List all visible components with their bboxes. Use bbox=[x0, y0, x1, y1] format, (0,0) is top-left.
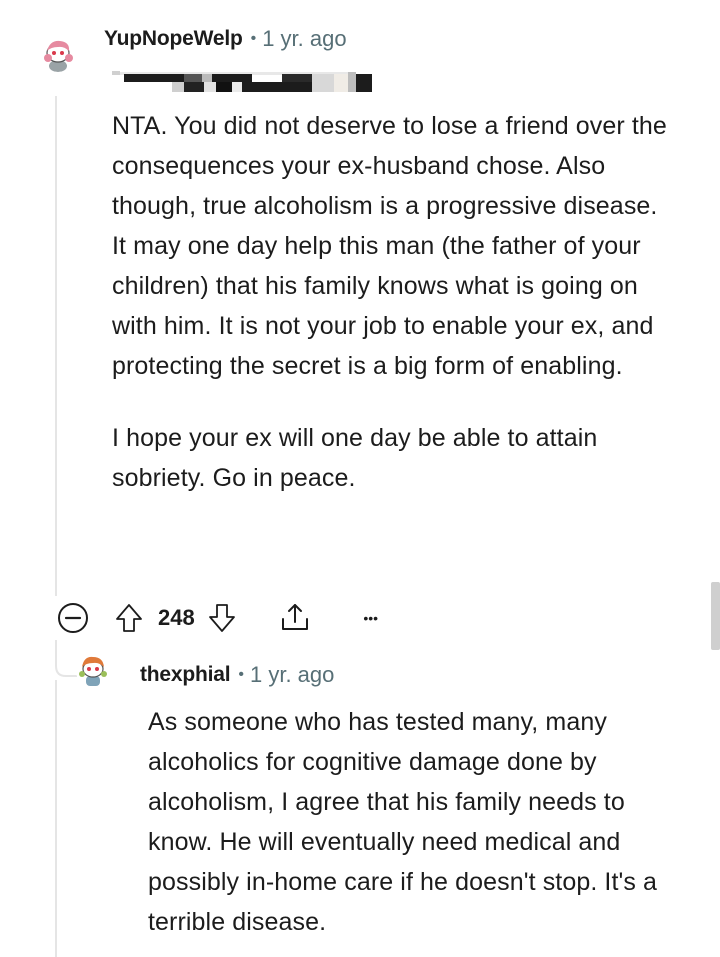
redacted-flair-icon bbox=[104, 68, 374, 92]
meta-separator: • bbox=[250, 30, 257, 47]
share-icon bbox=[281, 604, 308, 630]
comment-body: As someone who has tested many, many alc… bbox=[148, 702, 688, 942]
comment-paragraph: NTA. You did not deserve to lose a frien… bbox=[112, 112, 667, 380]
username[interactable]: thexphial bbox=[140, 663, 231, 687]
thread-line[interactable] bbox=[55, 680, 57, 957]
user-avatar[interactable] bbox=[40, 36, 76, 72]
collapse-button[interactable] bbox=[56, 601, 90, 635]
user-flair-obscured bbox=[104, 68, 374, 92]
vote-count: 248 bbox=[158, 605, 195, 630]
more-options-icon: ••• bbox=[363, 610, 379, 626]
thread-line[interactable] bbox=[55, 96, 57, 596]
downvote-arrow-icon bbox=[208, 604, 235, 632]
comment-meta: • 1 yr. ago bbox=[230, 662, 334, 688]
comment-meta: • 1 yr. ago bbox=[243, 26, 347, 52]
upvote-button[interactable] bbox=[112, 601, 146, 635]
more-options-button[interactable]: ••• bbox=[353, 600, 389, 636]
downvote-button[interactable] bbox=[205, 601, 239, 635]
user-avatar[interactable] bbox=[76, 654, 110, 688]
share-button[interactable] bbox=[277, 600, 313, 636]
comment-paragraph: I hope your ex will one day be able to a… bbox=[112, 424, 598, 492]
upvote-arrow-icon bbox=[116, 604, 142, 632]
comment-paragraph: As someone who has tested many, many alc… bbox=[148, 708, 658, 936]
snoo-avatar-pink-hair-icon bbox=[40, 36, 76, 72]
comment-action-bar: 248 ••• bbox=[56, 598, 389, 638]
minus-circle-icon bbox=[58, 603, 88, 633]
snoo-avatar-orange-hair-icon bbox=[76, 654, 110, 688]
scrollbar-thumb[interactable] bbox=[711, 582, 720, 650]
username[interactable]: YupNopeWelp bbox=[104, 27, 243, 51]
comment-header: YupNopeWelp • 1 yr. ago bbox=[104, 24, 347, 54]
timestamp: 1 yr. ago bbox=[262, 26, 347, 51]
meta-separator: • bbox=[238, 666, 244, 683]
timestamp: 1 yr. ago bbox=[250, 662, 335, 687]
comment-header: thexphial • 1 yr. ago bbox=[140, 660, 334, 690]
comment-body: NTA. You did not deserve to lose a frien… bbox=[112, 106, 672, 498]
